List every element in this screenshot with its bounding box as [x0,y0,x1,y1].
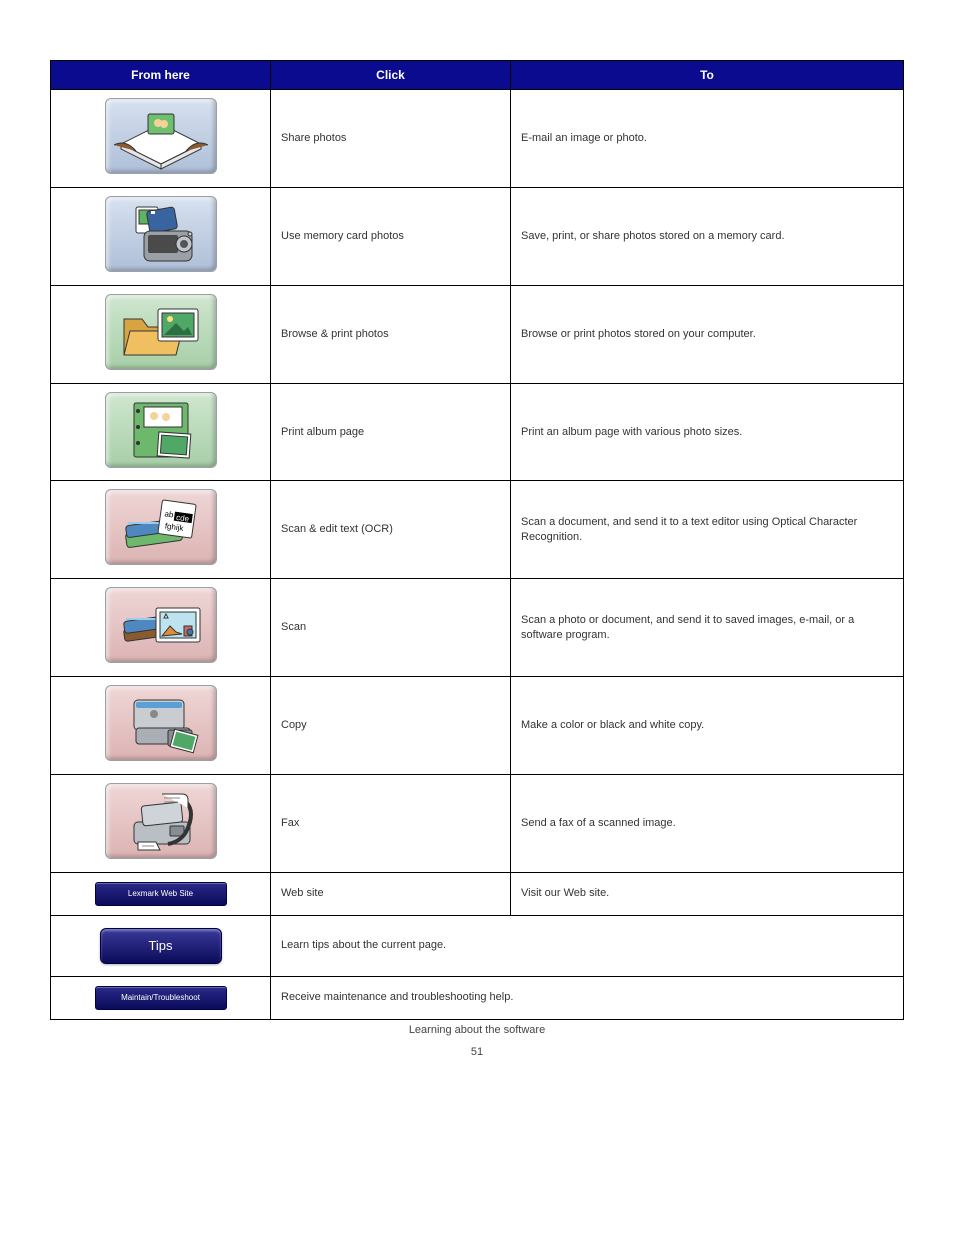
icon-cell [51,579,271,677]
table-row: Browse & print photos Browse or print ph… [51,285,904,383]
desc-cell: Scan a document, and send it to a text e… [511,481,904,579]
button-label: Maintain/Troubleshoot [121,993,200,1002]
scan-edit-text-icon: ab cde fghijk [105,489,217,565]
header-to: To [511,61,904,90]
page-number: 51 [0,1046,954,1058]
album-page-icon [105,392,217,468]
icon-cell: Tips [51,915,271,976]
icon-cell [51,285,271,383]
table-row: Scan Scan a photo or document, and send … [51,579,904,677]
table-row: Lexmark Web Site Web site Visit our Web … [51,872,904,915]
website-button-icon: Lexmark Web Site [95,882,227,906]
table-header-row: From here Click To [51,61,904,90]
icon-cell [51,677,271,775]
feature-table: From here Click To [50,60,904,1020]
table-row: Tips Learn tips about the current page. [51,915,904,976]
desc-cell: Visit our Web site. [511,872,904,915]
table-row: Print album page Print an album page wit… [51,383,904,481]
icon-cell [51,90,271,188]
footer-text: Learning about the software [0,1024,954,1036]
icon-cell: Lexmark Web Site [51,872,271,915]
desc-cell: E-mail an image or photo. [511,90,904,188]
header-click: Click [271,61,511,90]
icon-cell [51,187,271,285]
desc-cell: Save, print, or share photos stored on a… [511,187,904,285]
name-cell: Use memory card photos [271,187,511,285]
name-cell: Fax [271,774,511,872]
icon-cell: ab cde fghijk [51,481,271,579]
icon-cell [51,383,271,481]
desc-cell: Print an album page with various photo s… [511,383,904,481]
svg-text:cde: cde [175,513,190,524]
desc-cell: Scan a photo or document, and send it to… [511,579,904,677]
name-cell: Share photos [271,90,511,188]
icon-cell [51,774,271,872]
name-cell: Browse & print photos [271,285,511,383]
table-row: Fax Send a fax of a scanned image. [51,774,904,872]
desc-cell: Send a fax of a scanned image. [511,774,904,872]
maintain-button-icon: Maintain/Troubleshoot [95,986,227,1010]
button-label: Tips [148,938,172,953]
button-label: Lexmark Web Site [128,889,193,898]
memory-card-icon [105,196,217,272]
desc-cell: Make a color or black and white copy. [511,677,904,775]
name-cell: Scan [271,579,511,677]
table-row: Copy Make a color or black and white cop… [51,677,904,775]
browse-photos-icon [105,294,217,370]
desc-cell: Browse or print photos stored on your co… [511,285,904,383]
table-row: Use memory card photos Save, print, or s… [51,187,904,285]
copy-icon [105,685,217,761]
share-photos-icon [105,98,217,174]
table-row: Maintain/Troubleshoot Receive maintenanc… [51,976,904,1019]
name-cell: Copy [271,677,511,775]
name-cell: Web site [271,872,511,915]
name-cell: Scan & edit text (OCR) [271,481,511,579]
desc-cell: Learn tips about the current page. [271,915,904,976]
tips-button-icon: Tips [100,928,222,964]
fax-icon [105,783,217,859]
scan-icon [105,587,217,663]
name-cell: Print album page [271,383,511,481]
desc-cell: Receive maintenance and troubleshooting … [271,976,904,1019]
table-row: Share photos E-mail an image or photo. [51,90,904,188]
svg-text:ab: ab [163,510,174,520]
table-row: ab cde fghijk Scan & edit text (OCR) Sca… [51,481,904,579]
header-from-here: From here [51,61,271,90]
icon-cell: Maintain/Troubleshoot [51,976,271,1019]
